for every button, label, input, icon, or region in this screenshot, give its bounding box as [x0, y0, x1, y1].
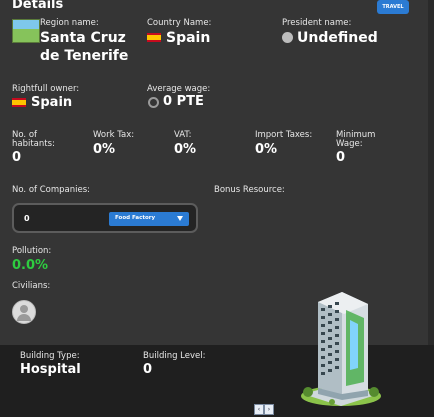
spain-flag-icon — [12, 98, 26, 107]
habitants-label-line2: habitants: — [12, 139, 55, 149]
country-name-value: Spain — [166, 30, 211, 46]
dropdown-selected-label: Food Factory — [115, 215, 156, 221]
dropdown-arrow-icon — [177, 216, 183, 221]
average-wage-label: Average wage: — [147, 84, 211, 94]
currency-coin-icon — [148, 97, 159, 108]
scrollbar-track[interactable] — [428, 0, 434, 345]
vat-value: 0% — [174, 142, 197, 157]
president-avatar-icon — [282, 32, 293, 43]
import-taxes-label: Import Taxes: — [255, 130, 313, 140]
president-name-value: Undefined — [297, 30, 378, 46]
travel-button[interactable]: TRAVEL — [377, 0, 409, 14]
civilian-avatar-icon[interactable] — [12, 300, 36, 324]
minimum-wage-label-line2: Wage: — [336, 139, 363, 149]
import-taxes-value: 0% — [255, 142, 278, 157]
region-name-label: Region name: — [40, 18, 99, 28]
building-type-value: Hospital — [20, 362, 81, 377]
previous-button[interactable]: ‹ — [254, 404, 264, 415]
vat-label: VAT: — [174, 130, 192, 140]
building-level-label: Building Level: — [143, 351, 206, 361]
panel-title: Details — [12, 0, 64, 12]
bonus-resource-label: Bonus Resource: — [214, 185, 285, 195]
building-type-label: Building Type: — [20, 351, 80, 361]
companies-label: No. of Companies: — [12, 185, 90, 195]
building-level-value: 0 — [143, 362, 153, 377]
region-name-line1: Santa Cruz — [40, 30, 126, 46]
next-button[interactable]: › — [264, 404, 274, 415]
region-name-line2: de Tenerife — [40, 48, 129, 64]
company-type-dropdown[interactable]: Food Factory — [109, 212, 189, 226]
minimum-wage-value: 0 — [336, 150, 346, 165]
work-tax-value: 0% — [93, 142, 116, 157]
habitants-value: 0 — [12, 150, 22, 165]
president-name-label: President name: — [282, 18, 352, 28]
spain-flag-icon — [147, 33, 161, 42]
civilians-label: Civilians: — [12, 281, 51, 291]
companies-count: 0 — [24, 214, 30, 223]
work-tax-label: Work Tax: — [93, 130, 135, 140]
companies-selector: 0 Food Factory — [12, 203, 198, 233]
average-wage-value: 0 PTE — [163, 94, 204, 109]
region-map-icon — [12, 19, 40, 43]
country-name-label: Country Name: — [147, 18, 212, 28]
hospital-building-icon — [301, 292, 381, 406]
owner-value: Spain — [31, 95, 73, 110]
pollution-value: 0.0% — [12, 258, 49, 273]
owner-label: Rightfull owner: — [12, 84, 80, 94]
pollution-label: Pollution: — [12, 246, 52, 256]
